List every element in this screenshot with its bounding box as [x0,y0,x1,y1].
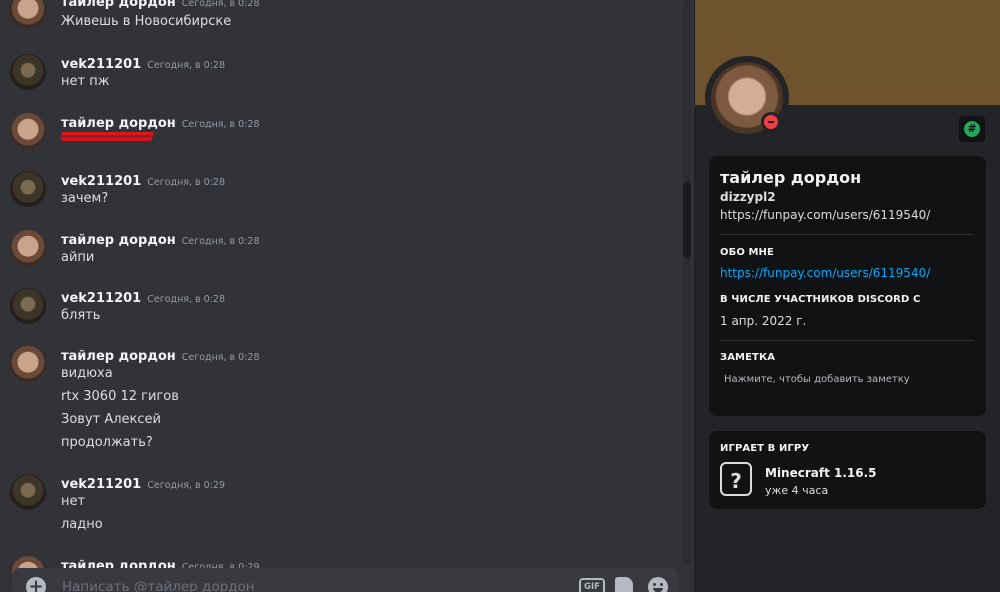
timestamp: Сегодня, в 0:29 [147,480,225,491]
avatar[interactable] [10,474,46,510]
game-elapsed: уже 4 часа [765,484,829,497]
timestamp: Сегодня, в 0:28 [181,236,260,247]
chat-area: тайлер дордон Сегодня, в 0:28 Живешь в Но… [0,0,680,592]
profile-custom-status: https://funpay.com/users/6119540/ [720,208,931,222]
profile-avatar-ring [705,56,789,140]
note-input[interactable]: Нажмите, чтобы добавить заметку [724,374,910,385]
hashtag-badge[interactable]: # [959,116,985,142]
hashtag-icon: # [964,121,980,137]
avatar[interactable] [10,288,46,324]
avatar[interactable] [10,230,46,266]
message-text: rtx 3060 12 гигов [61,389,179,404]
message-header: vek211201 Сегодня, в 0:28 [61,287,225,306]
profile-display-name: тайлер дордон [720,168,862,187]
chat-scrollbar[interactable] [683,0,691,566]
message-text: зачем? [61,191,109,206]
avatar[interactable] [10,0,46,28]
redaction-scribble [59,129,155,143]
message-header: vek211201 Сегодня, в 0:29 [61,473,225,492]
avatar[interactable] [10,171,46,207]
game-name: Minecraft 1.16.5 [765,466,877,480]
message-text: нет пж [61,74,110,89]
author-name[interactable]: vek211201 [61,291,141,306]
timestamp: Сегодня, в 0:28 [147,177,225,188]
avatar[interactable] [10,54,46,90]
member-since-title: В ЧИСЛЕ УЧАСТНИКОВ DISCORD С [720,294,921,305]
author-name[interactable]: тайлер дордон [61,0,176,10]
about-link[interactable]: https://funpay.com/users/6119540/ [720,266,930,280]
activity-title: ИГРАЕТ В ИГРУ [720,443,810,454]
timestamp: Сегодня, в 0:28 [181,352,260,363]
author-name[interactable]: тайлер дордон [61,349,176,364]
message-text: видюха [61,366,113,381]
message-header: vek211201 Сегодня, в 0:28 [61,170,225,189]
author-name[interactable]: тайлер дордон [61,233,176,248]
message-text: Живешь в Новосибирске [61,14,232,29]
message-text: продолжать? [61,435,153,450]
author-name[interactable]: vek211201 [61,477,141,492]
divider [720,234,974,235]
message-header: тайлер дордон Сегодня, в 0:28 [61,0,260,10]
message-text: ладно [61,517,103,532]
message-header: тайлер дордон Сегодня, в 0:28 [61,229,260,248]
gif-label: GIF [584,582,600,592]
timestamp: Сегодня, в 0:28 [181,119,260,130]
divider [720,340,974,341]
timestamp: Сегодня, в 0:28 [181,0,260,9]
message-text: нет [61,494,86,509]
plus-circle-icon[interactable]: + [26,577,46,592]
profile-info-card: тайлер дордон dizzypl2 https://funpay.co… [709,156,986,416]
user-profile-panel: # тайлер дордон dizzypl2 https://funpay.… [694,0,1000,592]
unknown-game-icon: ? [720,462,752,496]
message-header: vek211201 Сегодня, в 0:28 [61,53,225,72]
gif-icon[interactable]: GIF [579,578,605,592]
message-text: блять [61,308,101,323]
emoji-icon[interactable] [648,577,668,592]
timestamp: Сегодня, в 0:28 [147,60,225,71]
message-text: айпи [61,250,95,265]
avatar[interactable] [10,346,46,382]
about-title: ОБО МНЕ [720,247,774,258]
profile-username: dizzypl2 [720,190,776,204]
note-title: ЗАМЕТКА [720,352,776,363]
message-input[interactable] [60,574,544,592]
sticker-icon[interactable] [615,577,633,592]
avatar[interactable] [10,113,46,149]
message-text: Зовут Алексей [61,412,161,427]
message-header: тайлер дордон Сегодня, в 0:28 [61,345,260,364]
author-name[interactable]: vek211201 [61,174,141,189]
message-composer: + GIF [12,568,678,592]
activity-card: ИГРАЕТ В ИГРУ ? Minecraft 1.16.5 уже 4 ч… [709,431,986,509]
timestamp: Сегодня, в 0:28 [147,294,225,305]
author-name[interactable]: vek211201 [61,57,141,72]
dnd-status-icon [761,112,781,132]
scrollbar-thumb[interactable] [683,182,691,258]
member-since-date: 1 апр. 2022 г. [720,314,807,328]
